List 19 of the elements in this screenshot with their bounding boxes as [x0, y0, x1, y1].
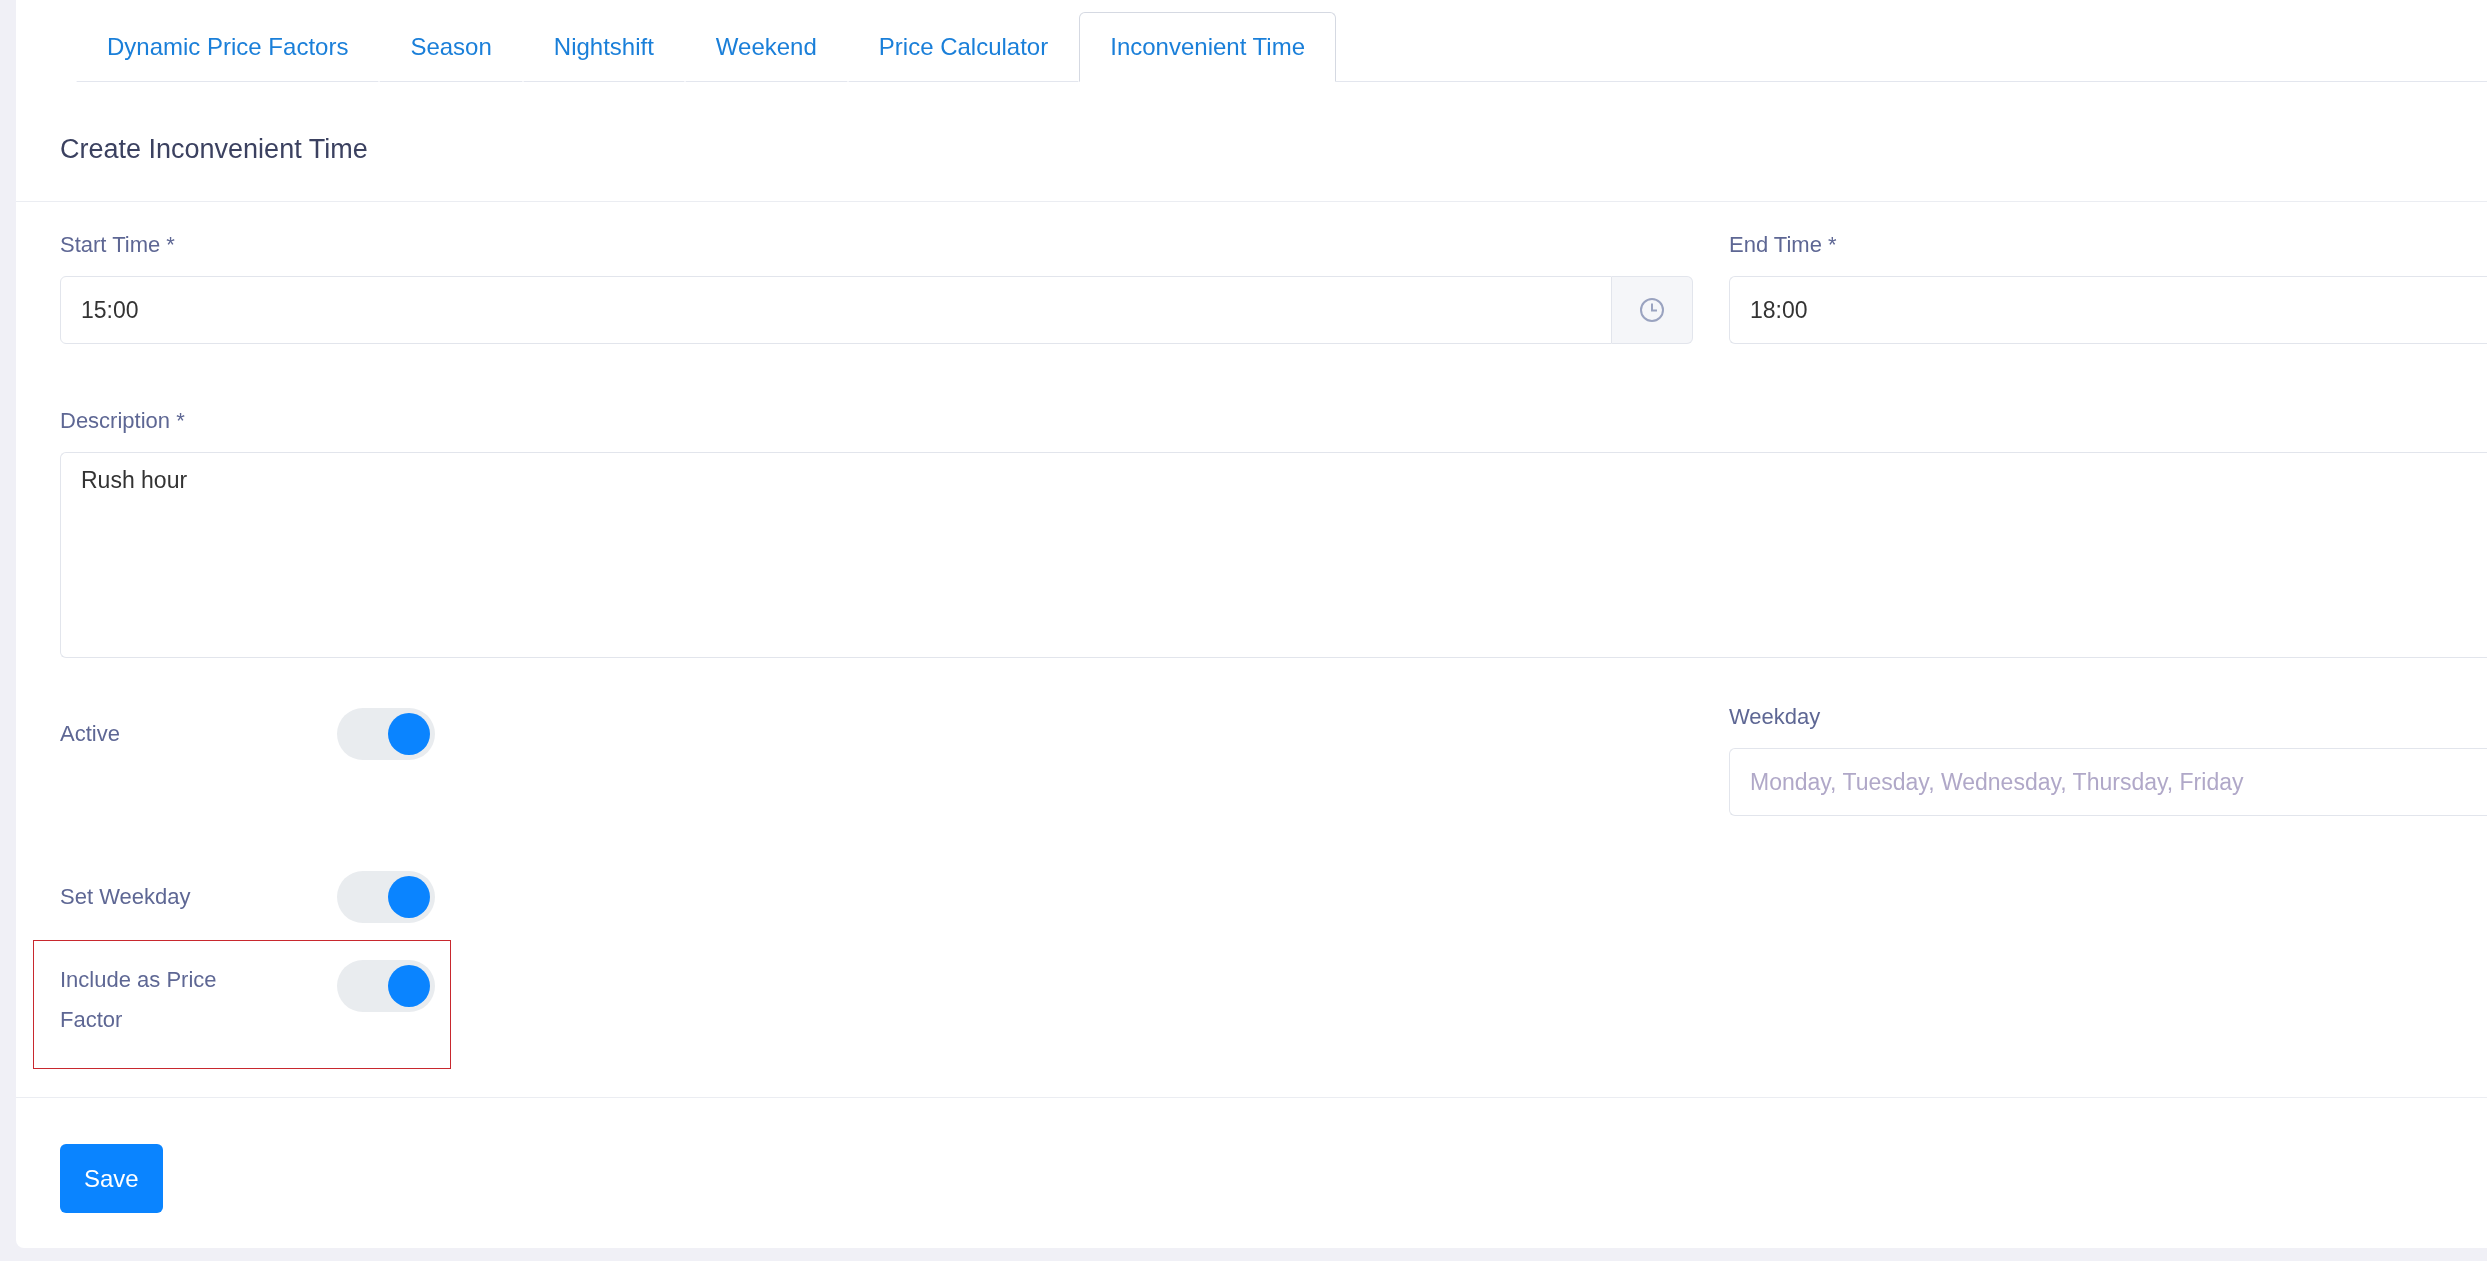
field-label: End Time *: [1729, 232, 1838, 258]
toggle-label: Set Weekday: [60, 883, 192, 911]
toggle-switch[interactable]: [337, 960, 435, 1012]
weekday-select[interactable]: Monday, Tuesday, Wednesday, Thursday, Friday: [1729, 748, 2487, 816]
toggle-label: Active: [60, 720, 121, 748]
toggle-switch[interactable]: [337, 871, 435, 923]
field-label: Start Time *: [60, 232, 176, 258]
toggle-label: Include as Price Factor: [60, 966, 218, 1034]
field-label: Description *: [60, 408, 186, 434]
save-button[interactable]: Save: [60, 1144, 163, 1213]
time-picker-button[interactable]: [1612, 276, 1693, 344]
clock-icon: [1639, 297, 1665, 323]
description-field[interactable]: Rush hour: [60, 452, 2487, 658]
end-time-field[interactable]: 18:00: [1729, 276, 2487, 344]
tab[interactable]: Inconvenient Time: [1079, 12, 1336, 82]
toggle-switch[interactable]: [337, 708, 435, 760]
form-title: Create Inconvenient Time: [60, 134, 369, 165]
start-time-field[interactable]: 15:00: [60, 276, 1612, 344]
field-label: Weekday: [1729, 704, 1822, 730]
